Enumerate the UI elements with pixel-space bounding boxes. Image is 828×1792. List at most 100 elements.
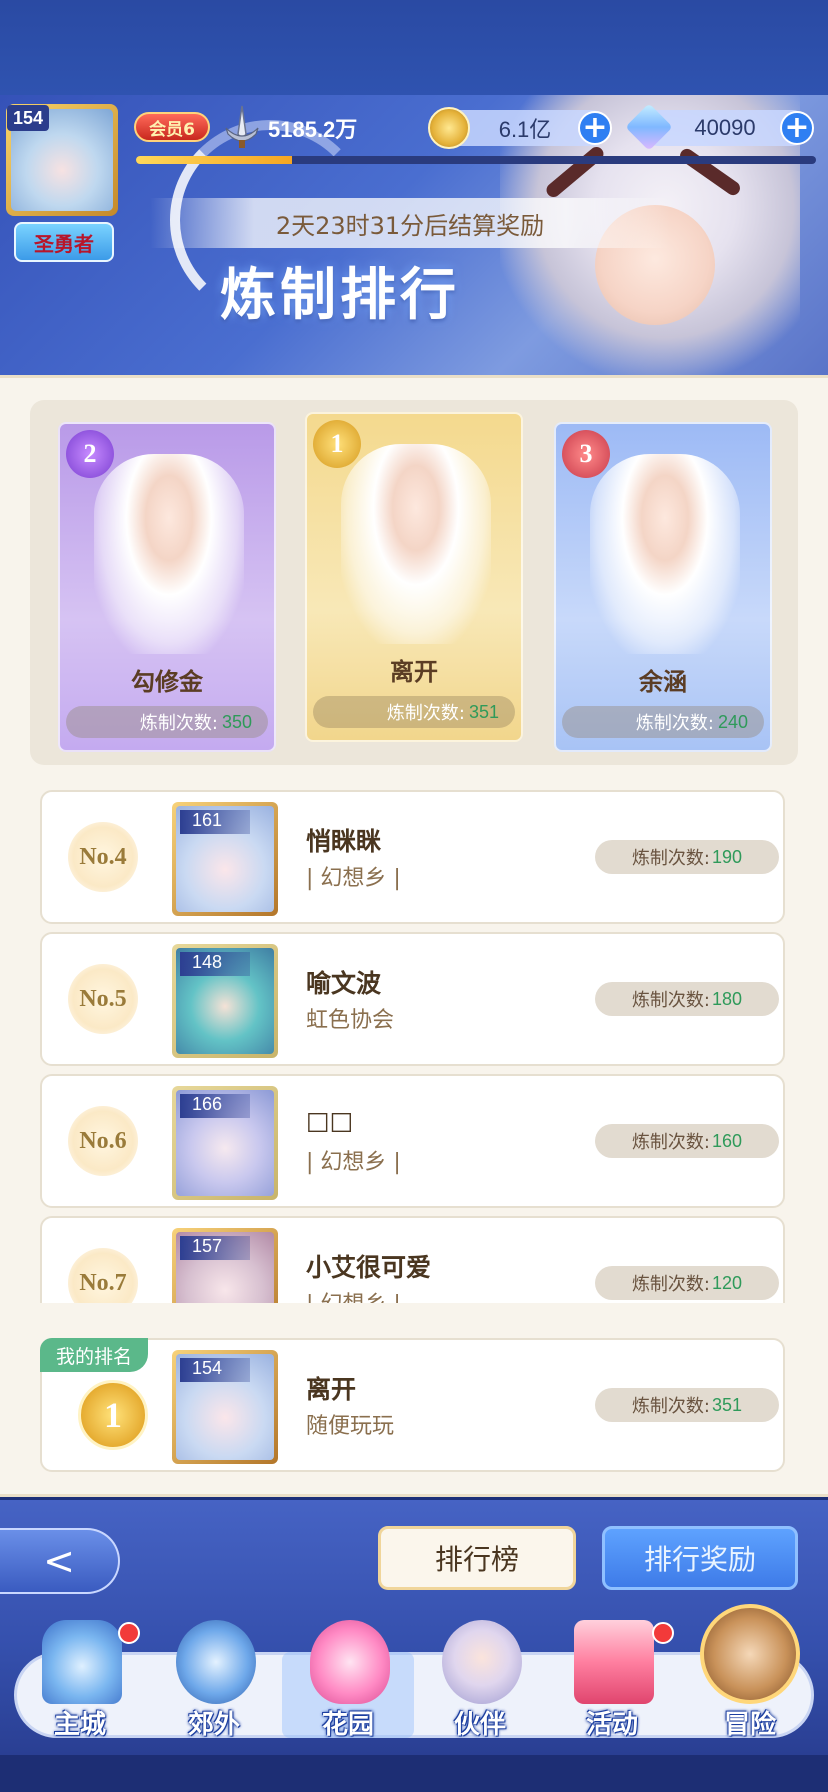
craft-count-label: 炼制次数: [631, 990, 711, 1011]
player-name: □□ [306, 1106, 354, 1135]
craft-count-value: 120 [712, 1272, 743, 1293]
craft-count-label: 炼制次数: [386, 703, 465, 724]
craft-count-label: 炼制次数: [139, 713, 218, 734]
ranking-row[interactable]: No.6 166 □□ | 幻想乡 | 炼制次数: 160 [40, 1074, 785, 1208]
gift-icon [574, 1620, 654, 1704]
vip-badge[interactable]: 会员6 [134, 112, 210, 142]
my-rank-row[interactable]: 我的排名 1 154 离开 随便玩玩 炼制次数: 351 [40, 1338, 785, 1472]
bottom-strip [0, 1755, 828, 1792]
page-title: 炼制排行 [220, 263, 460, 328]
craft-count: 炼制次数: 190 [595, 840, 779, 874]
avatar[interactable]: 161 [172, 802, 278, 916]
add-gold-button[interactable]: + [578, 111, 612, 145]
player-name: 小艾很可爱 [306, 1253, 432, 1282]
exp-progress-bar [136, 156, 816, 164]
avatar[interactable]: 148 [172, 944, 278, 1058]
notification-dot [118, 1622, 140, 1644]
player-name: 悄眯眯 [306, 827, 382, 856]
craft-count-label: 炼制次数: [631, 1396, 711, 1417]
guild-name: | 幻想乡 | [306, 1150, 401, 1175]
craft-count-label: 炼制次数: [631, 1132, 711, 1153]
avatar[interactable]: 166 [172, 1086, 278, 1200]
compass-star-icon [176, 1620, 256, 1704]
craft-count-value: 351 [468, 701, 499, 722]
craft-count-value: 351 [712, 1394, 743, 1415]
character-portrait [590, 454, 740, 654]
player-avatar[interactable]: 154 [6, 104, 118, 216]
nav-item-events[interactable]: 活动 [552, 1620, 674, 1740]
rank-number: No.6 [68, 1106, 138, 1176]
craft-count-value: 180 [712, 988, 743, 1009]
guild-name: 虹色协会 [306, 1008, 395, 1033]
gold-coin-icon [428, 107, 470, 149]
ranking-row[interactable]: No.4 161 悄眯眯 | 幻想乡 | 炼制次数: 190 [40, 790, 785, 924]
exp-progress-fill [136, 156, 293, 164]
settlement-countdown: 2天23时31分后结算奖励 [150, 198, 670, 248]
ranking-list[interactable]: No.4 161 悄眯眯 | 幻想乡 | 炼制次数: 190 No.5 148 … [30, 780, 798, 1303]
player-name: 余涵 [639, 668, 687, 696]
rank-3-medal-icon: 3 [562, 430, 610, 478]
nav-item-adventure[interactable]: 冒险 [690, 1604, 810, 1740]
podium-card-rank-3[interactable]: 3 余涵 炼制次数: 240 [554, 422, 772, 752]
craft-count-value: 190 [712, 846, 743, 867]
back-arrow-icon: < [43, 1539, 75, 1583]
player-name: 离开 [306, 1375, 357, 1404]
avatar-level: 148 [180, 952, 250, 976]
craft-count: 炼制次数: 120 [595, 1266, 779, 1300]
character-portrait [94, 454, 244, 654]
rank-number: No.5 [68, 964, 138, 1034]
craft-count-label: 炼制次数: [635, 713, 714, 734]
top-background [0, 0, 828, 95]
partner-icon [442, 1620, 522, 1704]
avatar-portrait: 154 [7, 105, 113, 211]
avatar[interactable]: 154 [172, 1350, 278, 1464]
nav-item-garden[interactable]: 花园 [288, 1620, 408, 1740]
craft-count: 炼制次数: 351 [313, 696, 515, 728]
podium-card-rank-2[interactable]: 2 勾修金 炼制次数: 350 [58, 422, 276, 752]
nav-label: 冒险 [723, 1710, 776, 1740]
player-level: 154 [7, 105, 50, 131]
avatar[interactable]: 157 [172, 1228, 278, 1303]
craft-count-value: 350 [221, 711, 252, 732]
sword-power-icon [225, 105, 259, 148]
craft-count-label: 炼制次数: [631, 848, 711, 869]
nav-label: 活动 [585, 1710, 638, 1740]
guild-name: | 幻想乡 | [306, 1286, 401, 1303]
avatar-level: 154 [180, 1358, 250, 1382]
craft-count-label: 炼制次数: [631, 1274, 711, 1295]
heart-icon [310, 1620, 390, 1704]
podium-card-rank-1[interactable]: 1 离开 炼制次数: 351 [305, 412, 523, 742]
nav-label: 郊外 [187, 1710, 240, 1740]
avatar-level: 161 [180, 810, 250, 834]
nav-label: 主城 [53, 1710, 106, 1740]
craft-count: 炼制次数: 180 [595, 982, 779, 1016]
rank-number: No.7 [68, 1248, 138, 1303]
craft-count: 炼制次数: 240 [562, 706, 764, 738]
my-rank-tag: 我的排名 [40, 1338, 149, 1372]
craft-count-value: 160 [712, 1130, 743, 1151]
add-gem-button[interactable]: + [780, 111, 814, 145]
player-name: 喻文波 [306, 969, 382, 998]
rank-1-medal-icon: 1 [78, 1380, 148, 1450]
nav-item-partner[interactable]: 伙伴 [420, 1620, 540, 1740]
castle-icon [42, 1620, 122, 1704]
leaderboard-button[interactable]: 排行榜 [378, 1526, 576, 1590]
nav-item-outskirts[interactable]: 郊外 [154, 1620, 274, 1740]
guild-name: | 幻想乡 | [306, 866, 401, 891]
player-title-badge[interactable]: 圣勇者 [14, 222, 114, 262]
ranking-row[interactable]: No.5 148 喻文波 虹色协会 炼制次数: 180 [40, 932, 785, 1066]
player-name: 离开 [390, 658, 438, 686]
ranking-row[interactable]: No.7 157 小艾很可爱 | 幻想乡 | 炼制次数: 120 [40, 1216, 785, 1303]
rank-number: No.4 [68, 822, 138, 892]
adventure-icon [700, 1604, 800, 1704]
notification-dot [652, 1622, 674, 1644]
combat-power-value: 5185.2万 [268, 117, 358, 142]
player-name: 勾修金 [131, 668, 203, 696]
craft-count-value: 240 [717, 711, 748, 732]
nav-item-main-city[interactable]: 主城 [20, 1620, 140, 1740]
rank-reward-button[interactable]: 排行奖励 [602, 1526, 798, 1590]
back-button[interactable]: < [0, 1528, 120, 1594]
nav-label: 花园 [321, 1710, 374, 1740]
avatar-level: 166 [180, 1094, 250, 1118]
nav-label: 伙伴 [453, 1710, 506, 1740]
